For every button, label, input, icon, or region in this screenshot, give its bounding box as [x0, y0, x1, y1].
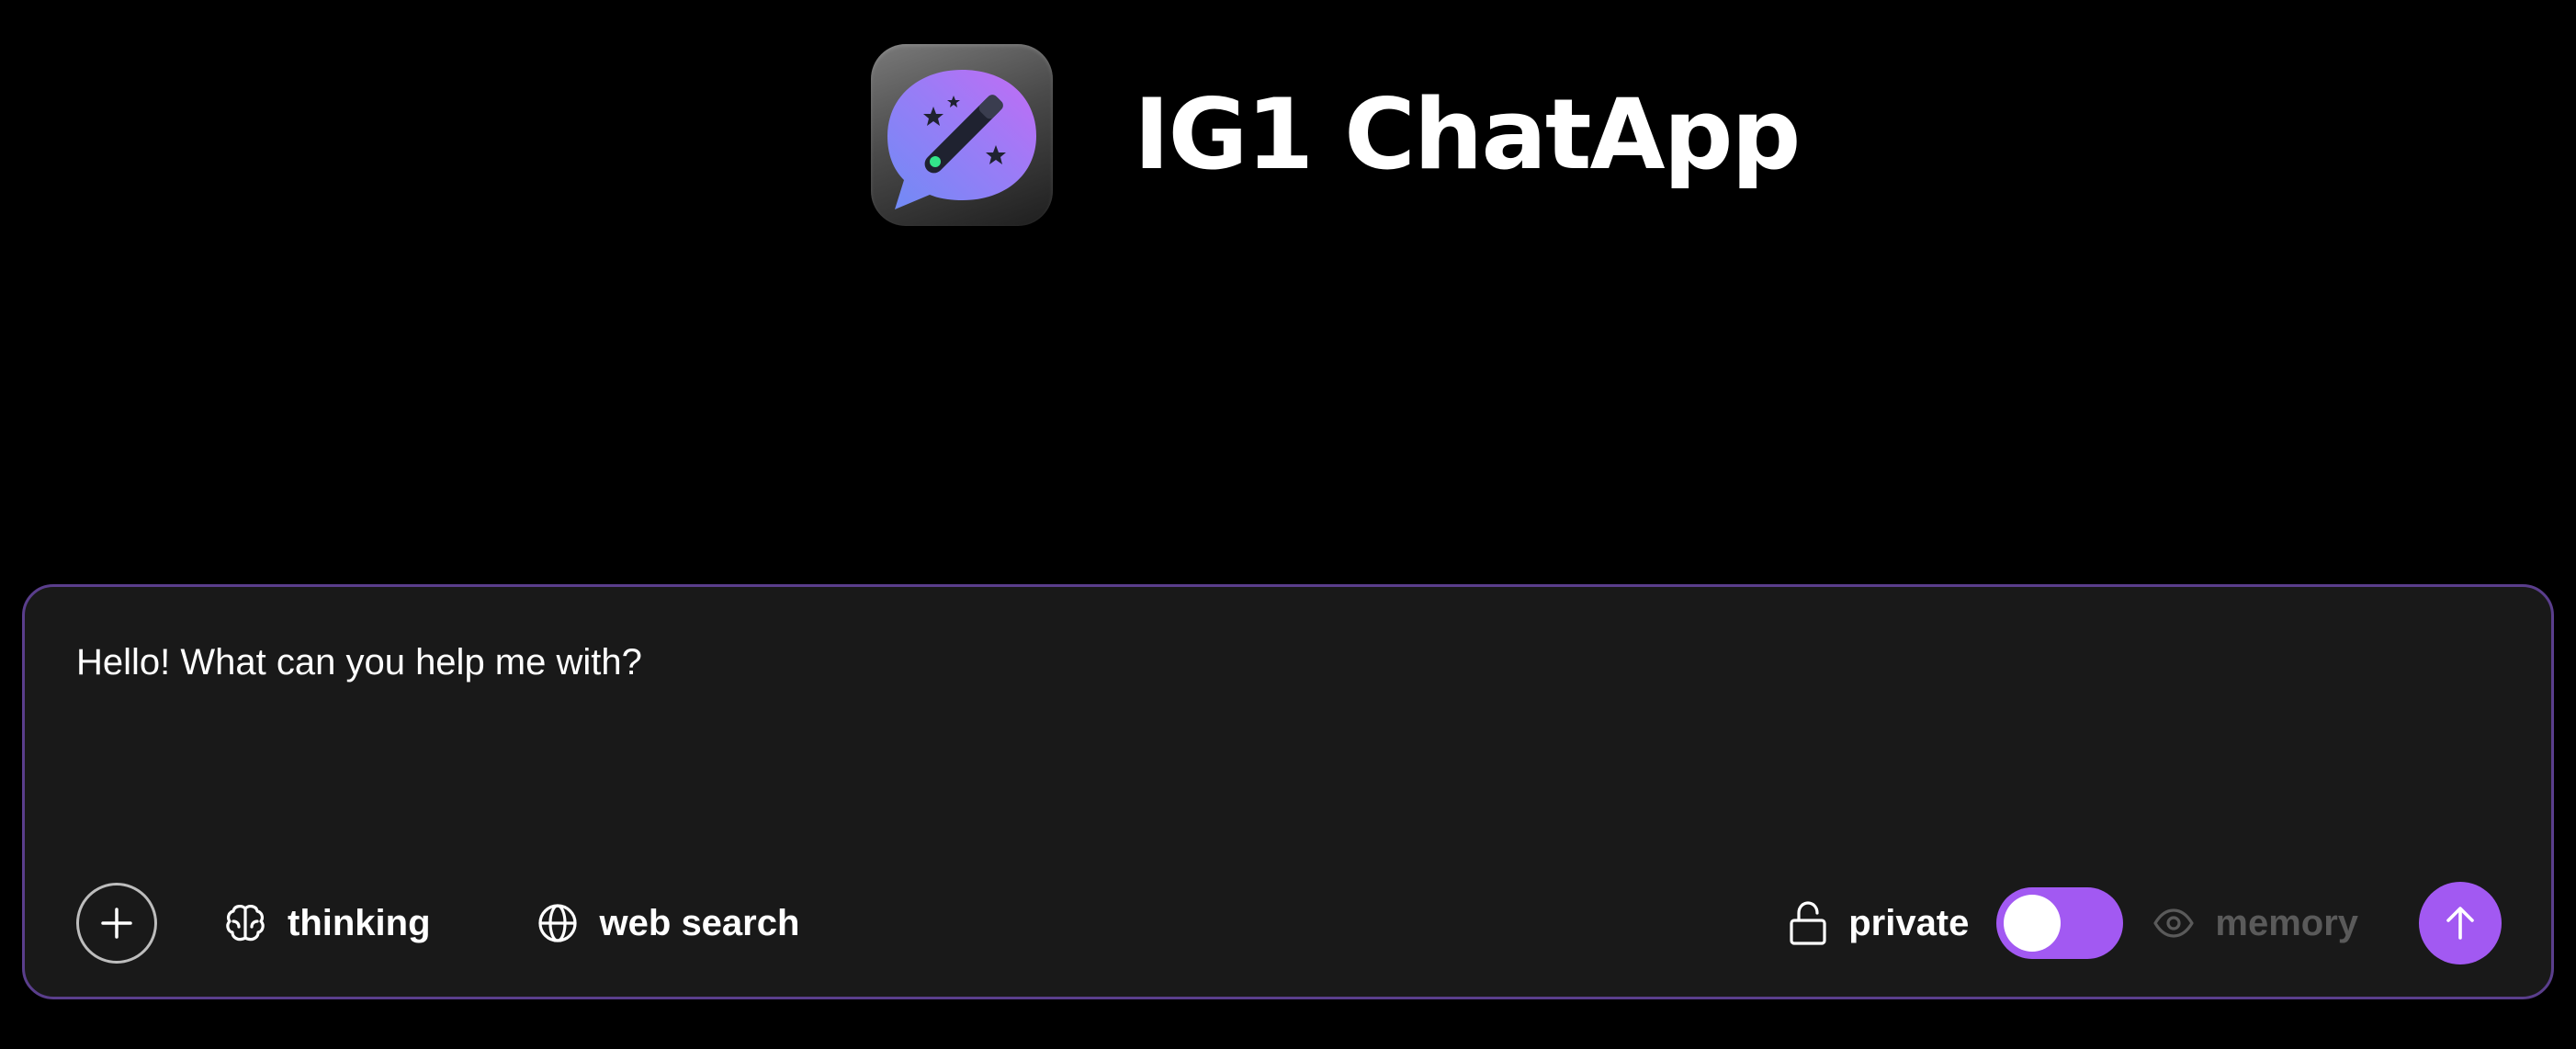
composer-toolbar: thinking web search private memory [76, 881, 2502, 965]
arrow-up-icon [2446, 907, 2474, 940]
message-input[interactable] [76, 638, 2465, 785]
private-label-group: private [1788, 900, 1969, 946]
app-header: IG1 ChatApp [871, 44, 1801, 226]
eye-icon [2152, 908, 2195, 939]
attach-button[interactable] [76, 883, 157, 964]
thinking-label: thinking [288, 902, 431, 943]
private-toggle[interactable] [1996, 887, 2124, 959]
send-button[interactable] [2419, 882, 2502, 964]
globe-icon [536, 901, 580, 945]
plus-icon [101, 908, 132, 939]
app-logo [871, 44, 1053, 226]
toggle-knob [2004, 895, 2062, 952]
app-title: IG1 ChatApp [1134, 78, 1801, 191]
private-label: private [1848, 902, 1970, 943]
thinking-toggle[interactable]: thinking [223, 901, 431, 945]
memory-label: memory [2215, 902, 2358, 943]
chat-bubble-magic-wand-icon [887, 70, 1036, 209]
memory-toggle[interactable]: memory [2152, 903, 2358, 944]
web-search-label: web search [599, 902, 800, 943]
message-composer: thinking web search [22, 584, 2554, 999]
chat-page: IG1 ChatApp Hello! What can you help me … [0, 0, 2576, 1049]
brain-icon [223, 901, 267, 945]
lock-icon [1788, 900, 1828, 946]
web-search-toggle[interactable]: web search [536, 901, 800, 945]
